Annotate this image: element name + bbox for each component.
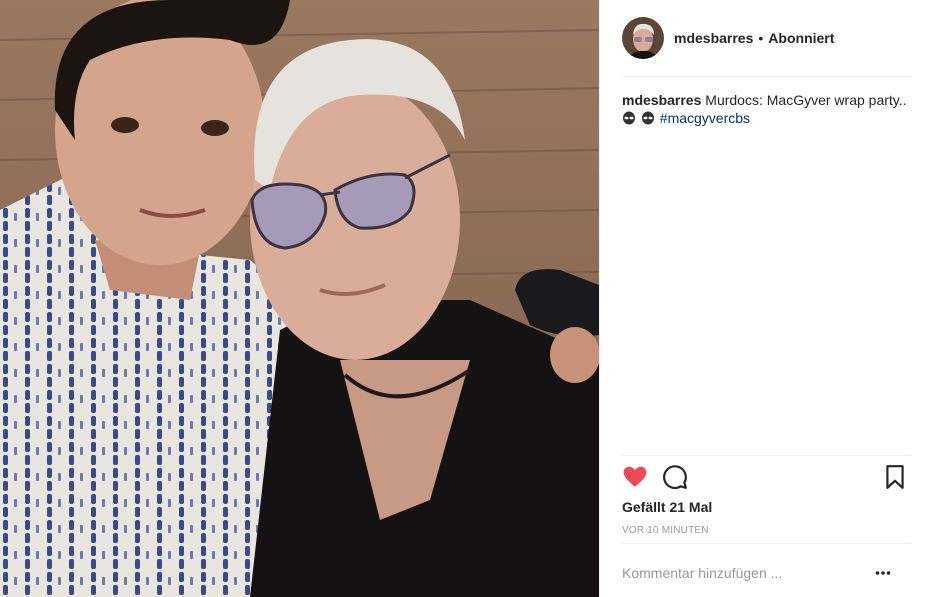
caption-text: Murdocs: MacGyver wrap party.. <box>705 92 907 108</box>
post-sidebar: mdesbarres • Abonniert mdesbarres Murdoc… <box>599 0 933 597</box>
post-timestamp[interactable]: VOR 10 MINUTEN <box>622 525 709 536</box>
separator-dot: • <box>758 30 764 46</box>
avatar[interactable] <box>622 17 664 59</box>
avatar-image <box>622 17 664 59</box>
post-header: mdesbarres • Abonniert <box>622 17 912 59</box>
heart-icon <box>623 466 647 487</box>
comment-button[interactable] <box>662 464 690 492</box>
follow-status-button[interactable]: Abonniert <box>768 30 834 46</box>
comment-input[interactable] <box>622 562 872 584</box>
post-caption: mdesbarres Murdocs: MacGyver wrap party.… <box>622 91 912 127</box>
actions-divider <box>622 455 911 456</box>
like-button[interactable] <box>622 464 650 492</box>
selfie-photo <box>0 0 599 597</box>
caption-username-link[interactable]: mdesbarres <box>622 92 701 108</box>
instagram-post: mdesbarres • Abonniert mdesbarres Murdoc… <box>0 0 933 597</box>
action-bar <box>622 462 911 494</box>
username-link[interactable]: mdesbarres <box>674 30 753 46</box>
post-photo[interactable] <box>0 0 599 597</box>
more-options-button[interactable] <box>872 562 894 584</box>
hashtag-link[interactable]: #macgyvercbs <box>660 110 750 126</box>
save-button[interactable] <box>883 464 911 492</box>
header-divider <box>622 76 911 77</box>
bookmark-icon <box>886 465 904 489</box>
comment-icon <box>663 465 687 490</box>
alien-emoji-icon <box>622 110 641 126</box>
more-options-icon <box>875 571 891 575</box>
alien-emoji-icon <box>641 110 660 126</box>
likes-count[interactable]: Gefällt 21 Mal <box>622 499 712 515</box>
comment-divider <box>622 543 911 544</box>
